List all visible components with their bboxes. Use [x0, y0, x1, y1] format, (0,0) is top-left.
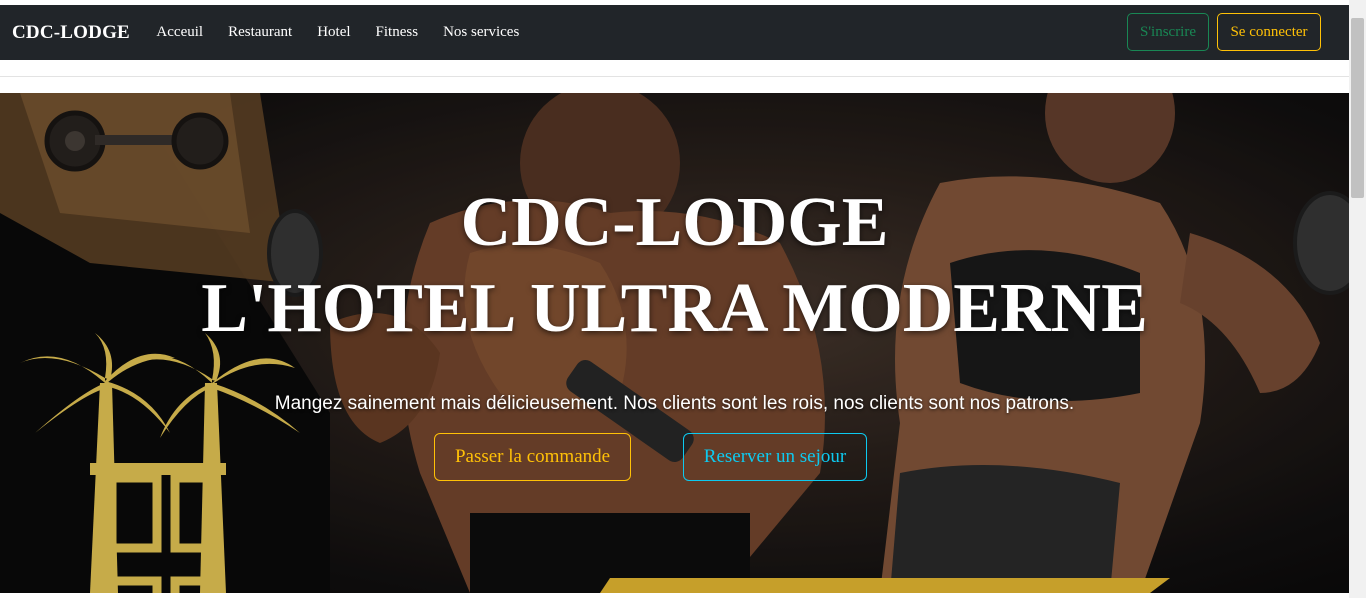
nav-links: Acceuil Restaurant Hotel Fitness Nos ser… — [144, 24, 532, 41]
hero-tagline: Mangez sainement mais délicieusement. No… — [274, 393, 1075, 414]
nav-link-hotel[interactable]: Hotel — [317, 24, 350, 41]
hero-title-line2: L'HOTEL ULTRA MODERNE — [201, 270, 1148, 347]
nav-link-acceuil[interactable]: Acceuil — [156, 24, 203, 41]
nav-link-restaurant[interactable]: Restaurant — [228, 24, 292, 41]
separator-band — [0, 60, 1349, 93]
brand-link[interactable]: CDC-LODGE — [12, 22, 130, 44]
nav-link-services[interactable]: Nos services — [443, 24, 519, 41]
hero-section: CDC-LODGE L'HOTEL ULTRA MODERNE Mangez s… — [0, 93, 1349, 593]
login-button[interactable]: Se connecter — [1217, 13, 1321, 51]
signup-button[interactable]: S'inscrire — [1127, 13, 1209, 51]
nav-auth-buttons: S'inscrire Se connecter — [1127, 13, 1321, 51]
hero-title-line1: CDC-LODGE — [460, 184, 889, 261]
divider — [0, 76, 1349, 77]
order-button[interactable]: Passer la commande — [434, 433, 631, 481]
navbar: CDC-LODGE Acceuil Restaurant Hotel Fitne… — [0, 5, 1349, 60]
nav-link-fitness[interactable]: Fitness — [376, 24, 419, 41]
page-bottom-strip — [0, 593, 1349, 598]
scrollbar-thumb[interactable] — [1351, 18, 1364, 198]
reserve-button[interactable]: Reserver un sejour — [683, 433, 867, 481]
